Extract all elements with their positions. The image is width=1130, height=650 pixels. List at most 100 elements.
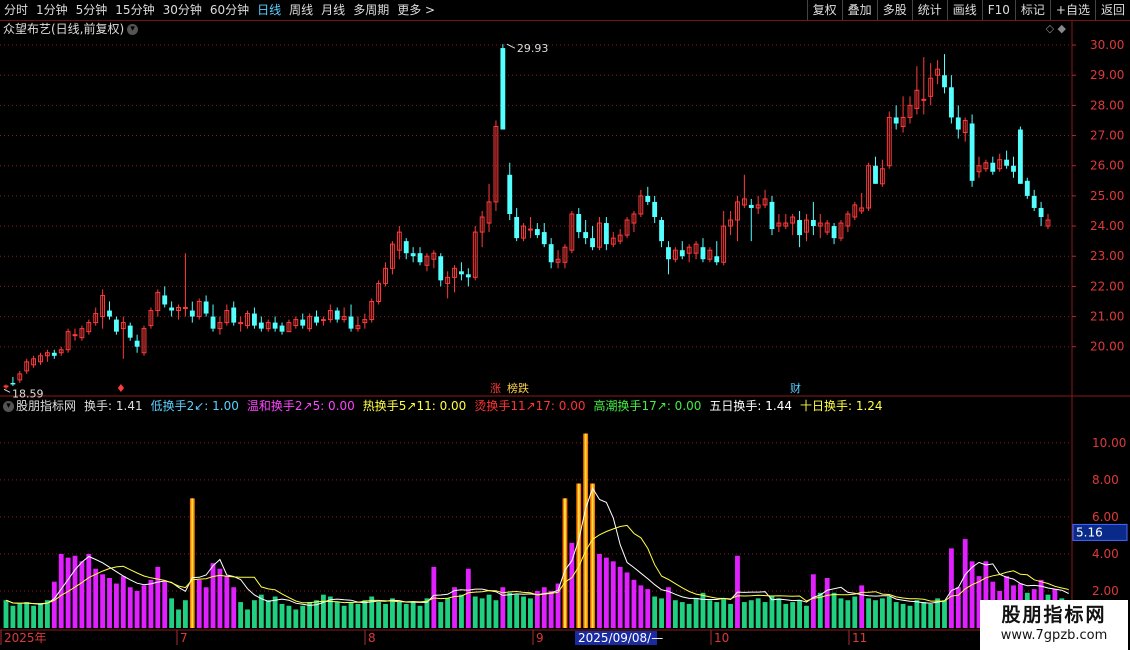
- turnover-bar: [831, 592, 837, 628]
- candle-body: [10, 382, 16, 385]
- turnover-bar: [810, 574, 816, 628]
- candle-body: [210, 316, 216, 329]
- price-tick-label: 20.00: [1090, 340, 1124, 354]
- turnover-bar-highlight: [191, 498, 194, 628]
- turnover-bar: [942, 600, 947, 628]
- turnover-bar: [31, 605, 37, 628]
- turnover-bar: [755, 598, 761, 628]
- price-tick-label: 26.00: [1090, 159, 1124, 173]
- turnover-bar: [534, 590, 540, 628]
- high-arrow: [506, 43, 516, 49]
- turnover-bar: [859, 585, 865, 628]
- turnover-bar-highlight: [584, 433, 587, 628]
- turnover-bar: [652, 596, 658, 628]
- date-label: 11: [852, 631, 867, 645]
- turnover-tick-label: 6.00: [1092, 510, 1119, 524]
- price-tick-label: 23.00: [1090, 249, 1124, 263]
- turnover-bar: [528, 598, 533, 628]
- price-tick-label: 28.00: [1090, 98, 1124, 112]
- candle-body: [645, 195, 651, 202]
- candle-body: [1011, 165, 1016, 172]
- price-tick-label: 24.00: [1090, 219, 1124, 233]
- turnover-bar: [86, 553, 92, 628]
- candle-body: [893, 117, 899, 124]
- turnover-bar: [417, 605, 423, 628]
- turnover-bar: [10, 605, 16, 628]
- turnover-bar: [44, 600, 50, 628]
- turnover-bar: [459, 594, 464, 628]
- turnover-bar: [107, 577, 112, 628]
- candle-body: [3, 385, 9, 388]
- turnover-tick-label: 8.00: [1092, 473, 1119, 487]
- turnover-bar: [148, 579, 154, 628]
- turnover-bar: [321, 594, 326, 628]
- candle-body: [714, 256, 720, 263]
- candle-body: [51, 352, 57, 356]
- turnover-tick-label: 4.00: [1092, 547, 1119, 561]
- turnover-bar: [514, 594, 520, 628]
- candle-body: [507, 174, 513, 214]
- candle-body: [231, 307, 237, 323]
- candle-body: [514, 217, 520, 239]
- turnover-bar: [493, 600, 499, 628]
- turnover-bar: [238, 602, 244, 628]
- turnover-bar: [396, 602, 402, 628]
- turnover-bar: [804, 605, 809, 628]
- turnover-bar: [886, 596, 892, 628]
- turnover-bar: [521, 596, 526, 628]
- turnover-bar: [631, 579, 637, 628]
- turnover-bar: [224, 576, 230, 628]
- candle-body: [942, 75, 947, 88]
- kline-chart[interactable]: 30.00 29.00 28.00 27.00 26.00 25.00 24.00 23.00…: [0, 0, 1130, 650]
- turnover-bar-highlight: [577, 483, 580, 628]
- candle-body: [528, 228, 533, 231]
- turnover-bar: [93, 568, 99, 628]
- candle-body: [300, 319, 306, 326]
- turnover-bar: [769, 596, 775, 628]
- event-marker: 榜跌: [507, 381, 529, 395]
- price-tick-label: 22.00: [1090, 279, 1124, 293]
- candle-body: [189, 310, 195, 317]
- candle-body: [459, 271, 464, 275]
- date-label: 9: [536, 631, 544, 645]
- event-marker: 财: [790, 381, 801, 395]
- watermark-title: 股朋指标网: [1001, 604, 1107, 626]
- turnover-bar: [707, 600, 713, 628]
- turnover-bar: [824, 577, 830, 628]
- candle-body: [700, 247, 706, 260]
- turnover-bar: [307, 602, 313, 628]
- turnover-bar: [873, 600, 878, 628]
- candle-body: [127, 325, 133, 338]
- turnover-bar: [183, 600, 188, 628]
- turnover-bar: [196, 579, 202, 628]
- candle-body: [652, 201, 658, 218]
- turnover-bar: [748, 600, 754, 628]
- turnover-tick-label: 2.00: [1092, 584, 1119, 598]
- turnover-bar: [265, 600, 271, 628]
- turnover-bar: [797, 600, 802, 628]
- candle-body: [203, 301, 209, 314]
- turnover-bar: [300, 605, 306, 628]
- turnover-bar: [169, 598, 175, 628]
- candle-body: [541, 232, 547, 245]
- turnover-bar: [403, 603, 409, 628]
- turnover-tick-label: 10.00: [1092, 436, 1126, 450]
- turnover-bar: [721, 598, 727, 628]
- turnover-bar: [548, 590, 554, 628]
- turnover-bar: [141, 585, 147, 628]
- candle-body: [403, 241, 409, 254]
- turnover-bar: [969, 561, 975, 628]
- turnover-bar: [686, 603, 692, 628]
- turnover-bar: [155, 566, 161, 628]
- turnover-bar: [914, 600, 920, 628]
- high-price-label: 29.93: [517, 42, 549, 55]
- price-tick-label: 27.00: [1090, 129, 1124, 143]
- turnover-bar: [900, 603, 906, 628]
- price-tick-label: 30.00: [1090, 38, 1124, 52]
- cursor-date-label: 2025/09/08/—: [578, 631, 663, 645]
- turnover-bar: [113, 583, 119, 628]
- turnover-bar: [334, 602, 340, 628]
- turnover-bar: [741, 602, 747, 628]
- candle-body: [873, 165, 878, 184]
- candle-body: [252, 313, 257, 326]
